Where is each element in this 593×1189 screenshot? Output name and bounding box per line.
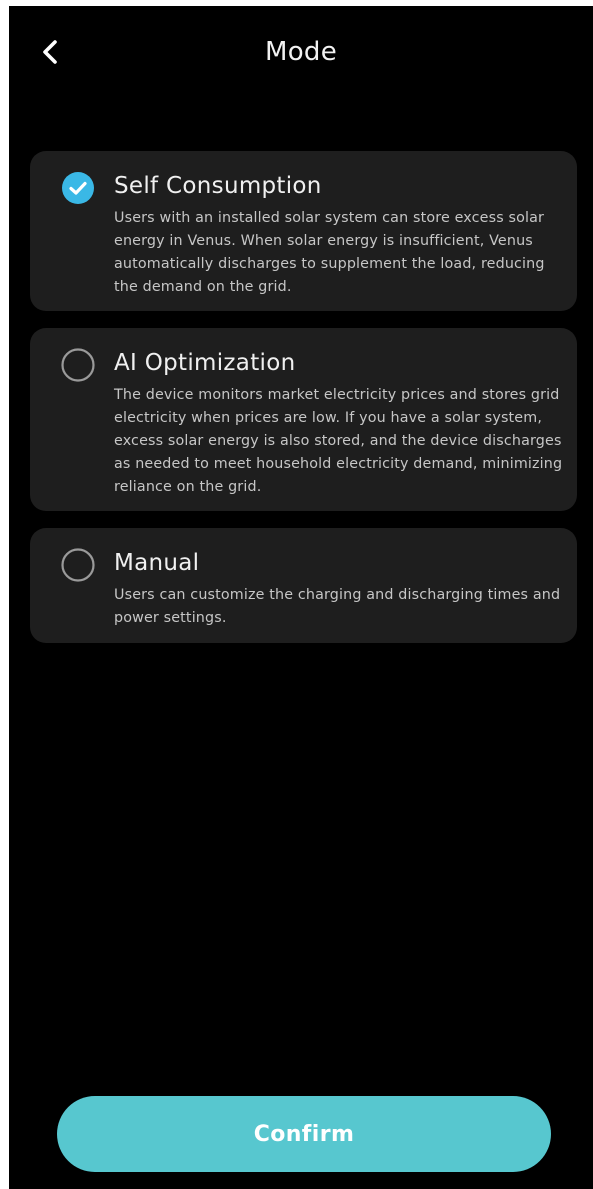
radio-unchecked-icon: [61, 348, 95, 382]
check-circle-icon: [62, 172, 94, 204]
header: Mode: [9, 6, 593, 98]
mode-description: Users can customize the charging and dis…: [114, 587, 561, 626]
mode-title: Manual: [114, 550, 200, 576]
mode-description: Users with an installed solar system can…: [114, 210, 545, 295]
mode-title: AI Optimization: [114, 350, 296, 376]
mode-option-manual[interactable]: Manual Users can customize the charging …: [30, 528, 577, 643]
mode-description: The device monitors market electricity p…: [114, 387, 563, 495]
mode-title: Self Consumption: [114, 173, 322, 199]
confirm-button[interactable]: Confirm: [57, 1096, 551, 1172]
mode-option-ai-optimization[interactable]: AI Optimization The device monitors mark…: [30, 328, 577, 511]
mode-screen: Mode Self Consumption Users with an inst…: [9, 6, 593, 1189]
mode-option-self-consumption[interactable]: Self Consumption Users with an installed…: [30, 151, 577, 311]
page-title: Mode: [264, 37, 338, 67]
radio-unchecked-icon: [61, 548, 95, 582]
